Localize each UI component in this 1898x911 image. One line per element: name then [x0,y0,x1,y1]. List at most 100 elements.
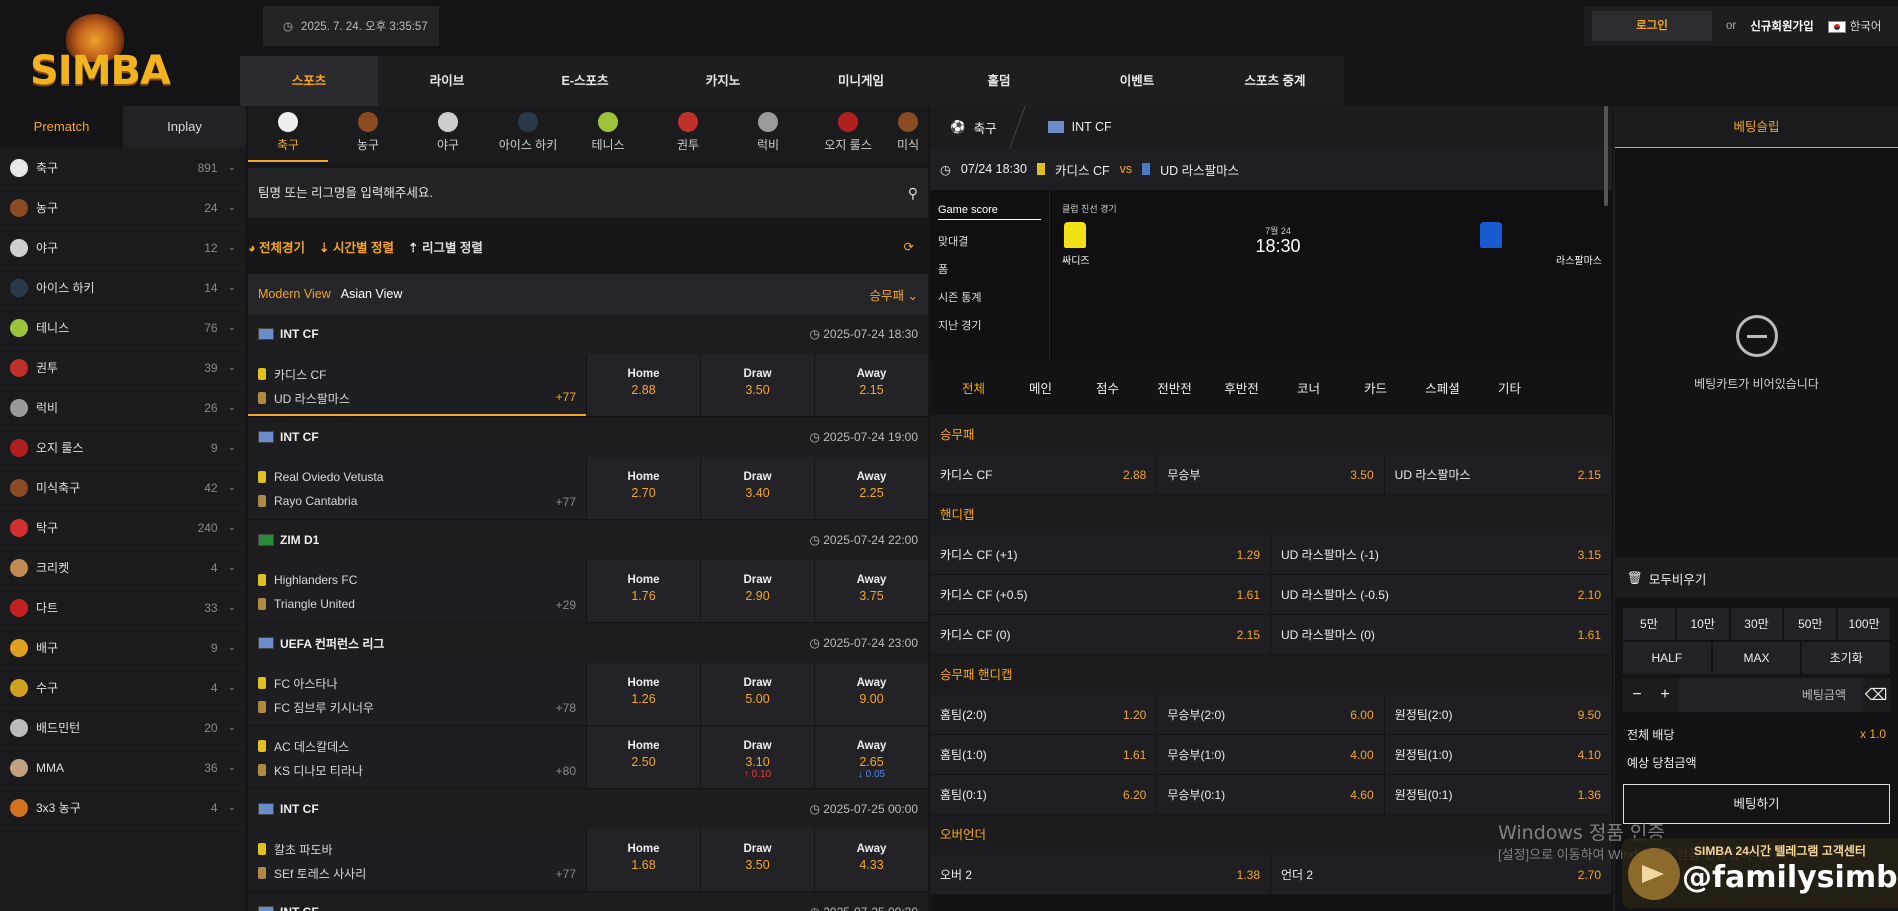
odds-away-button[interactable]: Away 9.00 [814,663,928,725]
odds-away-button[interactable]: Away 2.15 [814,354,928,416]
amount-button[interactable]: 30만 [1730,608,1783,640]
score-menu-item[interactable]: 지난 경기 [938,312,1041,340]
match-teams[interactable]: 카디스 CF UD 라스팔마스 +77 [248,354,586,416]
telegram-banner[interactable]: SIMBA 24시간 텔레그램 고객센터 @familysimba [1622,838,1898,908]
league-header[interactable]: INT CF ◷ 2025-07-25 00:00 [248,789,928,829]
odds-draw-button[interactable]: Draw 5.00 [700,663,814,725]
score-menu-item[interactable]: 폼 [938,256,1041,284]
sidebar-sport-item[interactable]: 배구 9 ⌄ [0,628,246,668]
market-tab[interactable]: 후반전 [1208,378,1275,397]
sidebar-sport-item[interactable]: 아이스 하키 14 ⌄ [0,268,246,308]
odds-draw-button[interactable]: Draw 3.50 [700,354,814,416]
sport-tab[interactable]: 오지 룰스 [808,106,888,162]
sidebar-sport-item[interactable]: 권투 39 ⌄ [0,348,246,388]
odds-away-button[interactable]: Away 3.75 [814,560,928,622]
plus-button[interactable]: + [1651,686,1679,704]
sport-tab[interactable]: 축구 [248,106,328,162]
sidebar-sport-item[interactable]: 테니스 76 ⌄ [0,308,246,348]
signup-link[interactable]: 신규회원가입 [1750,18,1813,34]
sport-tab[interactable]: 아이스 하키 [488,106,568,162]
market-odds-button[interactable]: 카디스 CF (+0.5) 1.61 [930,575,1271,614]
odds-home-button[interactable]: Home 2.70 [586,457,700,519]
sport-tab[interactable]: 미식 [888,106,928,162]
market-odds-button[interactable]: 원정팀(0:1) 1.36 [1385,775,1612,814]
market-tab[interactable]: 카드 [1342,378,1409,397]
refresh-icon[interactable]: ⟳ [904,239,914,254]
filter-by-time[interactable]: ⇣ 시간별 정렬 [319,237,394,256]
market-tab[interactable]: 코너 [1275,378,1342,397]
odds-away-button[interactable]: Away 2.65 ↓ 0.05 [814,726,928,788]
sport-tab[interactable]: 럭비 [728,106,808,162]
sport-tab[interactable]: 권투 [648,106,728,162]
market-odds-button[interactable]: 원정팀(2:0) 9.50 [1385,695,1612,734]
nav-item[interactable]: 이벤트 [1068,56,1206,106]
market-tab[interactable]: 스페셜 [1409,378,1476,397]
search-icon[interactable]: ⚲ [908,185,918,202]
odds-home-button[interactable]: Home 2.88 [586,354,700,416]
market-odds-button[interactable]: 홈팀(1:0) 1.61 [930,735,1158,774]
clear-all-button[interactable]: 🗑 모두비우기 [1615,558,1898,598]
market-tab[interactable]: 기타 [1476,378,1543,397]
filter-all[interactable]: ◕ 전체경기 [248,237,305,256]
asian-view-toggle[interactable]: Asian View [341,287,403,301]
slip-action-button[interactable]: 초기화 [1802,642,1891,674]
score-menu-item[interactable]: 시즌 통계 [938,284,1041,312]
minus-button[interactable]: − [1623,686,1651,704]
sidebar-sport-item[interactable]: 3x3 농구 4 ⌄ [0,788,246,828]
league-header[interactable]: INT CF ◷ 2025-07-25 00:30 [248,892,928,911]
sidebar-sport-item[interactable]: 오지 룰스 9 ⌄ [0,428,246,468]
amount-button[interactable]: 10만 [1676,608,1729,640]
market-dropdown[interactable]: 승무패 ⌄ [870,285,918,304]
nav-item[interactable]: 라이브 [378,56,516,106]
language-selector[interactable]: 한국어 [1827,18,1881,34]
match-teams[interactable]: 칼초 파도바 SEf 토레스 사사리 +77 [248,829,586,891]
sport-tab[interactable]: 야구 [408,106,488,162]
sidebar-sport-item[interactable]: 탁구 240 ⌄ [0,508,246,548]
sidebar-sport-item[interactable]: 축구 891 ⌄ [0,148,246,188]
sidebar-sport-item[interactable]: 미식축구 42 ⌄ [0,468,246,508]
odds-home-button[interactable]: Home 1.68 [586,829,700,891]
market-tab[interactable]: 전반전 [1141,378,1208,397]
nav-item[interactable]: 홀덤 [930,56,1068,106]
match-teams[interactable]: Real Oviedo Vetusta Rayo Cantabria +77 [248,457,586,519]
sidebar-sport-item[interactable]: 럭비 26 ⌄ [0,388,246,428]
market-odds-button[interactable]: 카디스 CF 2.88 [930,455,1158,494]
market-odds-button[interactable]: 무승부(2:0) 6.00 [1157,695,1385,734]
league-header[interactable]: INT CF ◷ 2025-07-24 19:00 [248,417,928,457]
odds-draw-button[interactable]: Draw 3.10 ↑ 0.10 [700,726,814,788]
sport-tab[interactable]: 농구 [328,106,408,162]
market-tab[interactable]: 점수 [1074,378,1141,397]
odds-draw-button[interactable]: Draw 3.50 [700,829,814,891]
login-button[interactable]: 로그인 [1592,11,1712,41]
stake-input[interactable] [1679,678,1862,712]
nav-item[interactable]: 카지노 [654,56,792,106]
market-odds-button[interactable]: 오버 2 1.38 [930,855,1271,894]
market-odds-button[interactable]: 원정팀(1:0) 4.10 [1385,735,1612,774]
modern-view-toggle[interactable]: Modern View [258,287,331,301]
amount-button[interactable]: 50만 [1784,608,1837,640]
tab-inplay[interactable]: Inplay [123,106,246,148]
market-odds-button[interactable]: UD 라스팔마스 2.15 [1385,455,1612,494]
market-tab[interactable]: 전체 [940,378,1007,397]
sidebar-sport-item[interactable]: 농구 24 ⌄ [0,188,246,228]
nav-item[interactable]: E-스포츠 [516,56,654,106]
match-teams[interactable]: AC 데스칼데스 KS 디나모 티라나 +80 [248,726,586,788]
market-odds-button[interactable]: 홈팀(2:0) 1.20 [930,695,1158,734]
market-odds-button[interactable]: 무승부 3.50 [1157,455,1385,494]
sidebar-sport-item[interactable]: 다트 33 ⌄ [0,588,246,628]
market-odds-button[interactable]: UD 라스팔마스 (0) 1.61 [1271,615,1612,654]
eraser-icon[interactable]: ⌫ [1862,685,1890,705]
market-odds-button[interactable]: UD 라스팔마스 (-1) 3.15 [1271,535,1612,574]
sidebar-sport-item[interactable]: 배드민턴 20 ⌄ [0,708,246,748]
market-odds-button[interactable]: 카디스 CF (+1) 1.29 [930,535,1271,574]
odds-home-button[interactable]: Home 1.26 [586,663,700,725]
sport-tab[interactable]: 테니스 [568,106,648,162]
market-odds-button[interactable]: UD 라스팔마스 (-0.5) 2.10 [1271,575,1612,614]
odds-away-button[interactable]: Away 4.33 [814,829,928,891]
market-odds-button[interactable]: 무승부(1:0) 4.00 [1157,735,1385,774]
league-header[interactable]: INT CF ◷ 2025-07-24 18:30 [248,314,928,354]
market-odds-button[interactable]: 홈팀(0:1) 6.20 [930,775,1158,814]
sidebar-sport-item[interactable]: MMA 36 ⌄ [0,748,246,788]
breadcrumb-league[interactable]: INT CF [1018,120,1142,134]
match-teams[interactable]: FC 아스타나 FC 짐브루 키시너우 +78 [248,663,586,725]
